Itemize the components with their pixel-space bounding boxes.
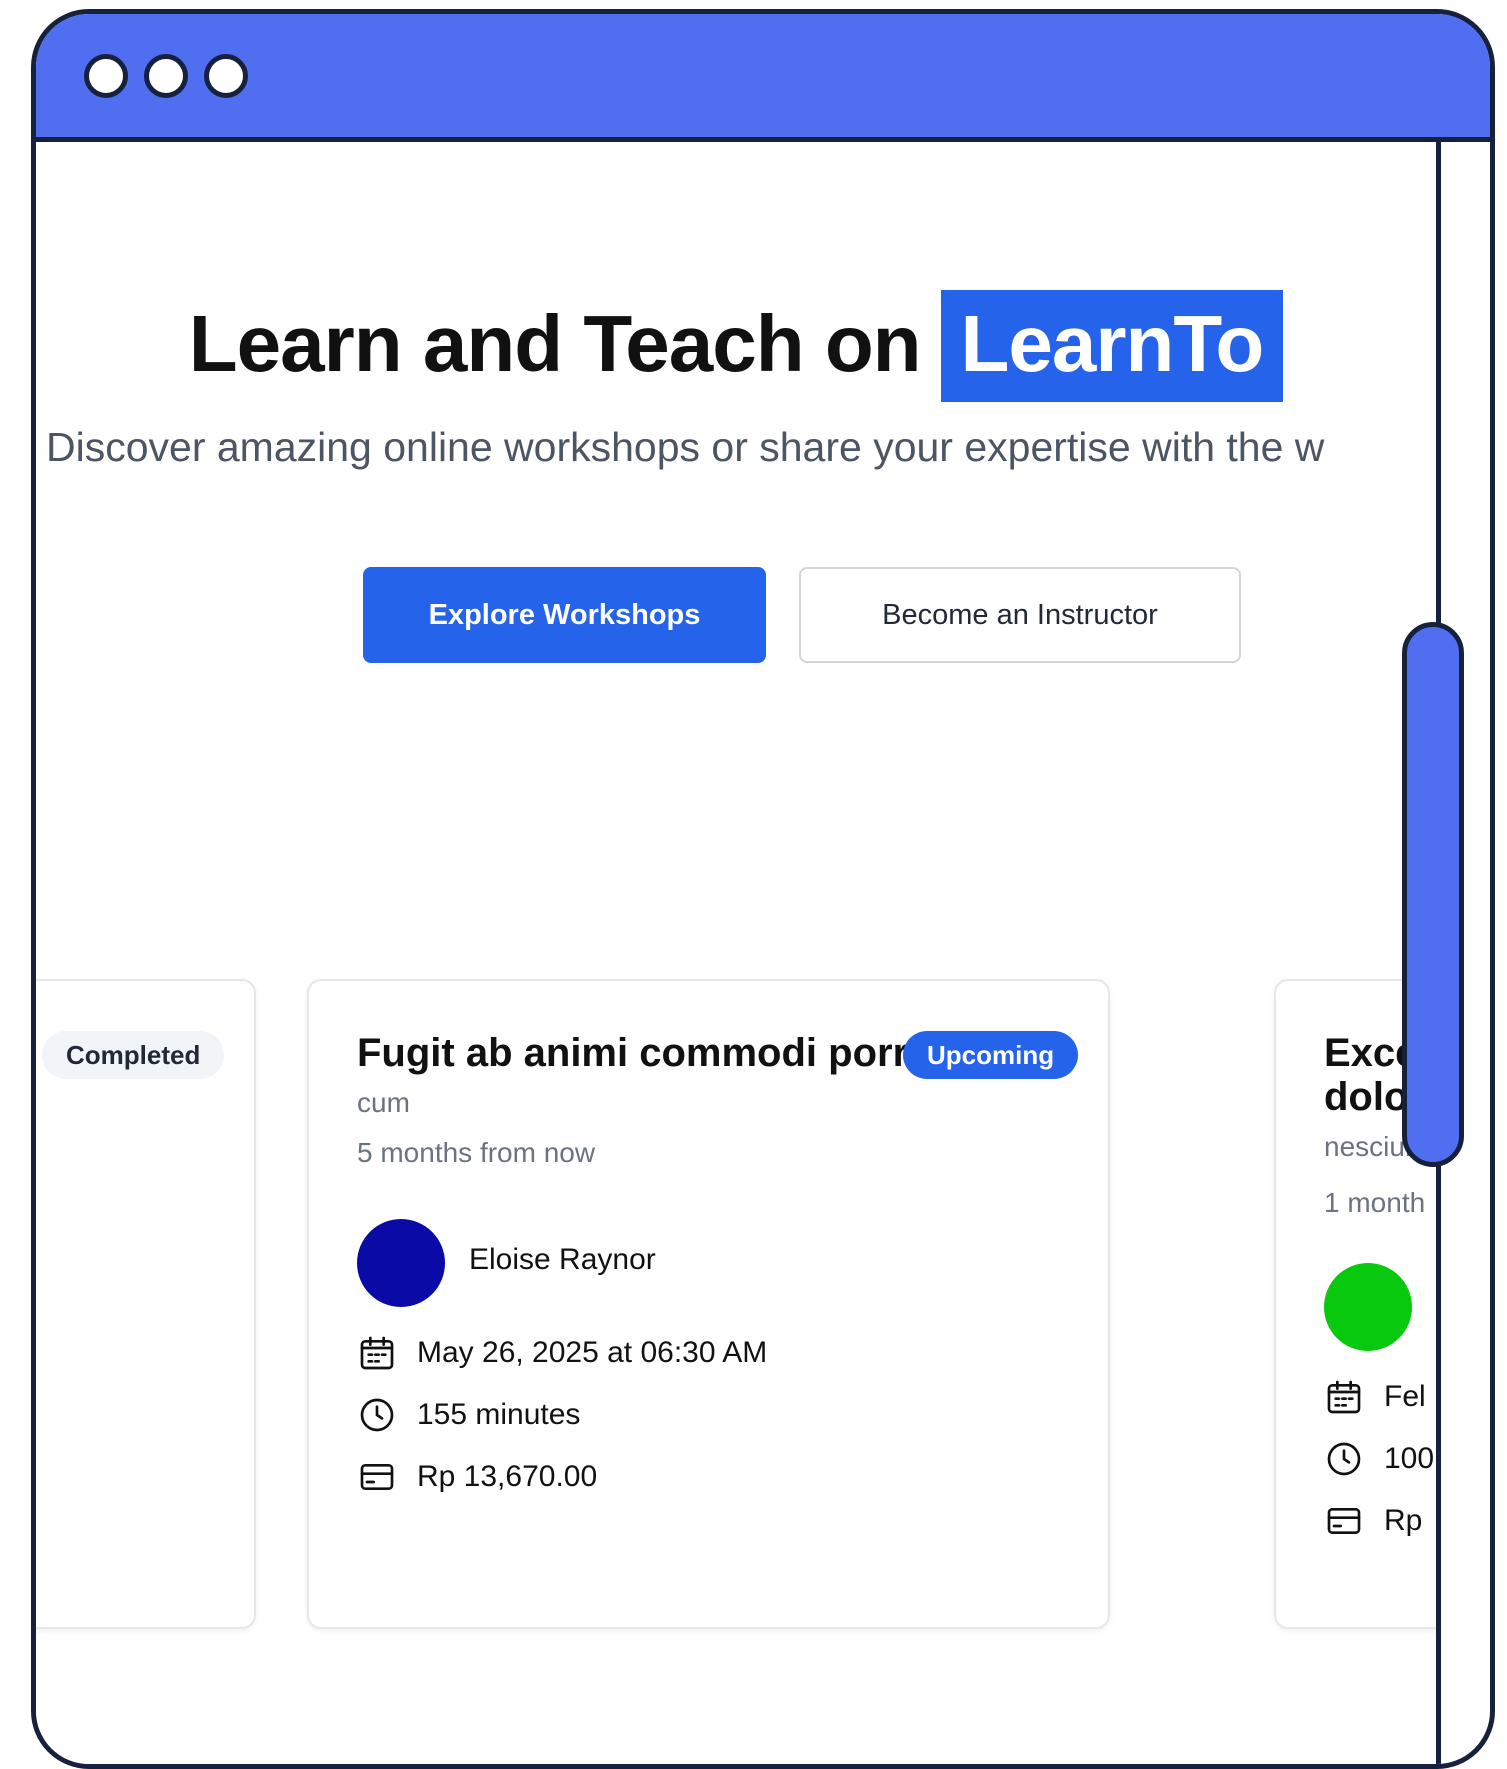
instructor-avatar: [357, 1219, 445, 1307]
hero-title: Learn and Teach on LearnTo: [36, 290, 1436, 402]
workshop-card[interactable]: Fugit ab animi commodi porro. Upcoming c…: [307, 979, 1110, 1629]
workshop-category: cum: [357, 1087, 410, 1118]
workshop-title: Fugit ab animi commodi porro.: [357, 1031, 944, 1075]
instructor-avatar: [1324, 1263, 1412, 1351]
page-viewport: Learn and Teach on LearnTo Discover amazi…: [36, 142, 1436, 1764]
workshop-date-row: May 26, 2025 at 06:30 AM: [357, 1333, 767, 1373]
workshop-datetime: May 26, 2025 at 06:30 AM: [417, 1336, 768, 1369]
window-maximize-dot[interactable]: [204, 54, 248, 98]
workshop-duration-row: 100: [1324, 1439, 1434, 1479]
credit-card-icon: [1327, 1508, 1361, 1534]
window-close-dot[interactable]: [84, 54, 128, 98]
workshop-card-completed[interactable]: Completed: [36, 979, 256, 1629]
instructor-name: Eloise Raynor: [469, 1243, 656, 1276]
workshop-relative-time: 1 month: [1324, 1187, 1426, 1218]
title-bar: [36, 14, 1490, 142]
scrollbar-thumb[interactable]: [1402, 622, 1464, 1167]
calendar-icon: [1327, 1380, 1361, 1414]
workshop-date-row: Fel: [1324, 1377, 1426, 1417]
explore-workshops-button[interactable]: Explore Workshops: [363, 567, 766, 663]
credit-card-icon: [360, 1464, 394, 1490]
status-badge: Upcoming: [903, 1031, 1079, 1079]
workshop-relative-time: 5 months from now: [357, 1137, 596, 1168]
workshop-price: Rp 13,670.00: [417, 1460, 598, 1493]
hero-subtitle: Discover amazing online workshops or sha…: [46, 424, 1325, 470]
workshop-duration: 100: [1384, 1442, 1435, 1475]
become-instructor-button[interactable]: Become an Instructor: [799, 567, 1241, 663]
workshop-price: Rp: [1384, 1504, 1423, 1537]
hero-title-prefix: Learn and Teach on: [188, 299, 922, 388]
clock-icon: [1327, 1442, 1361, 1476]
calendar-icon: [360, 1336, 394, 1370]
workshop-duration-row: 155 minutes: [357, 1395, 580, 1435]
workshop-datetime: Fel: [1384, 1380, 1426, 1413]
browser-window: Learn and Teach on LearnTo Discover amazi…: [31, 9, 1495, 1769]
status-badge: Completed: [42, 1031, 225, 1079]
workshop-price-row: Rp 13,670.00: [357, 1457, 597, 1497]
workshop-duration: 155 minutes: [417, 1398, 581, 1431]
workshop-price-row: Rp: [1324, 1501, 1422, 1541]
clock-icon: [360, 1398, 394, 1432]
brand-highlight: LearnTo: [940, 290, 1284, 402]
window-minimize-dot[interactable]: [144, 54, 188, 98]
